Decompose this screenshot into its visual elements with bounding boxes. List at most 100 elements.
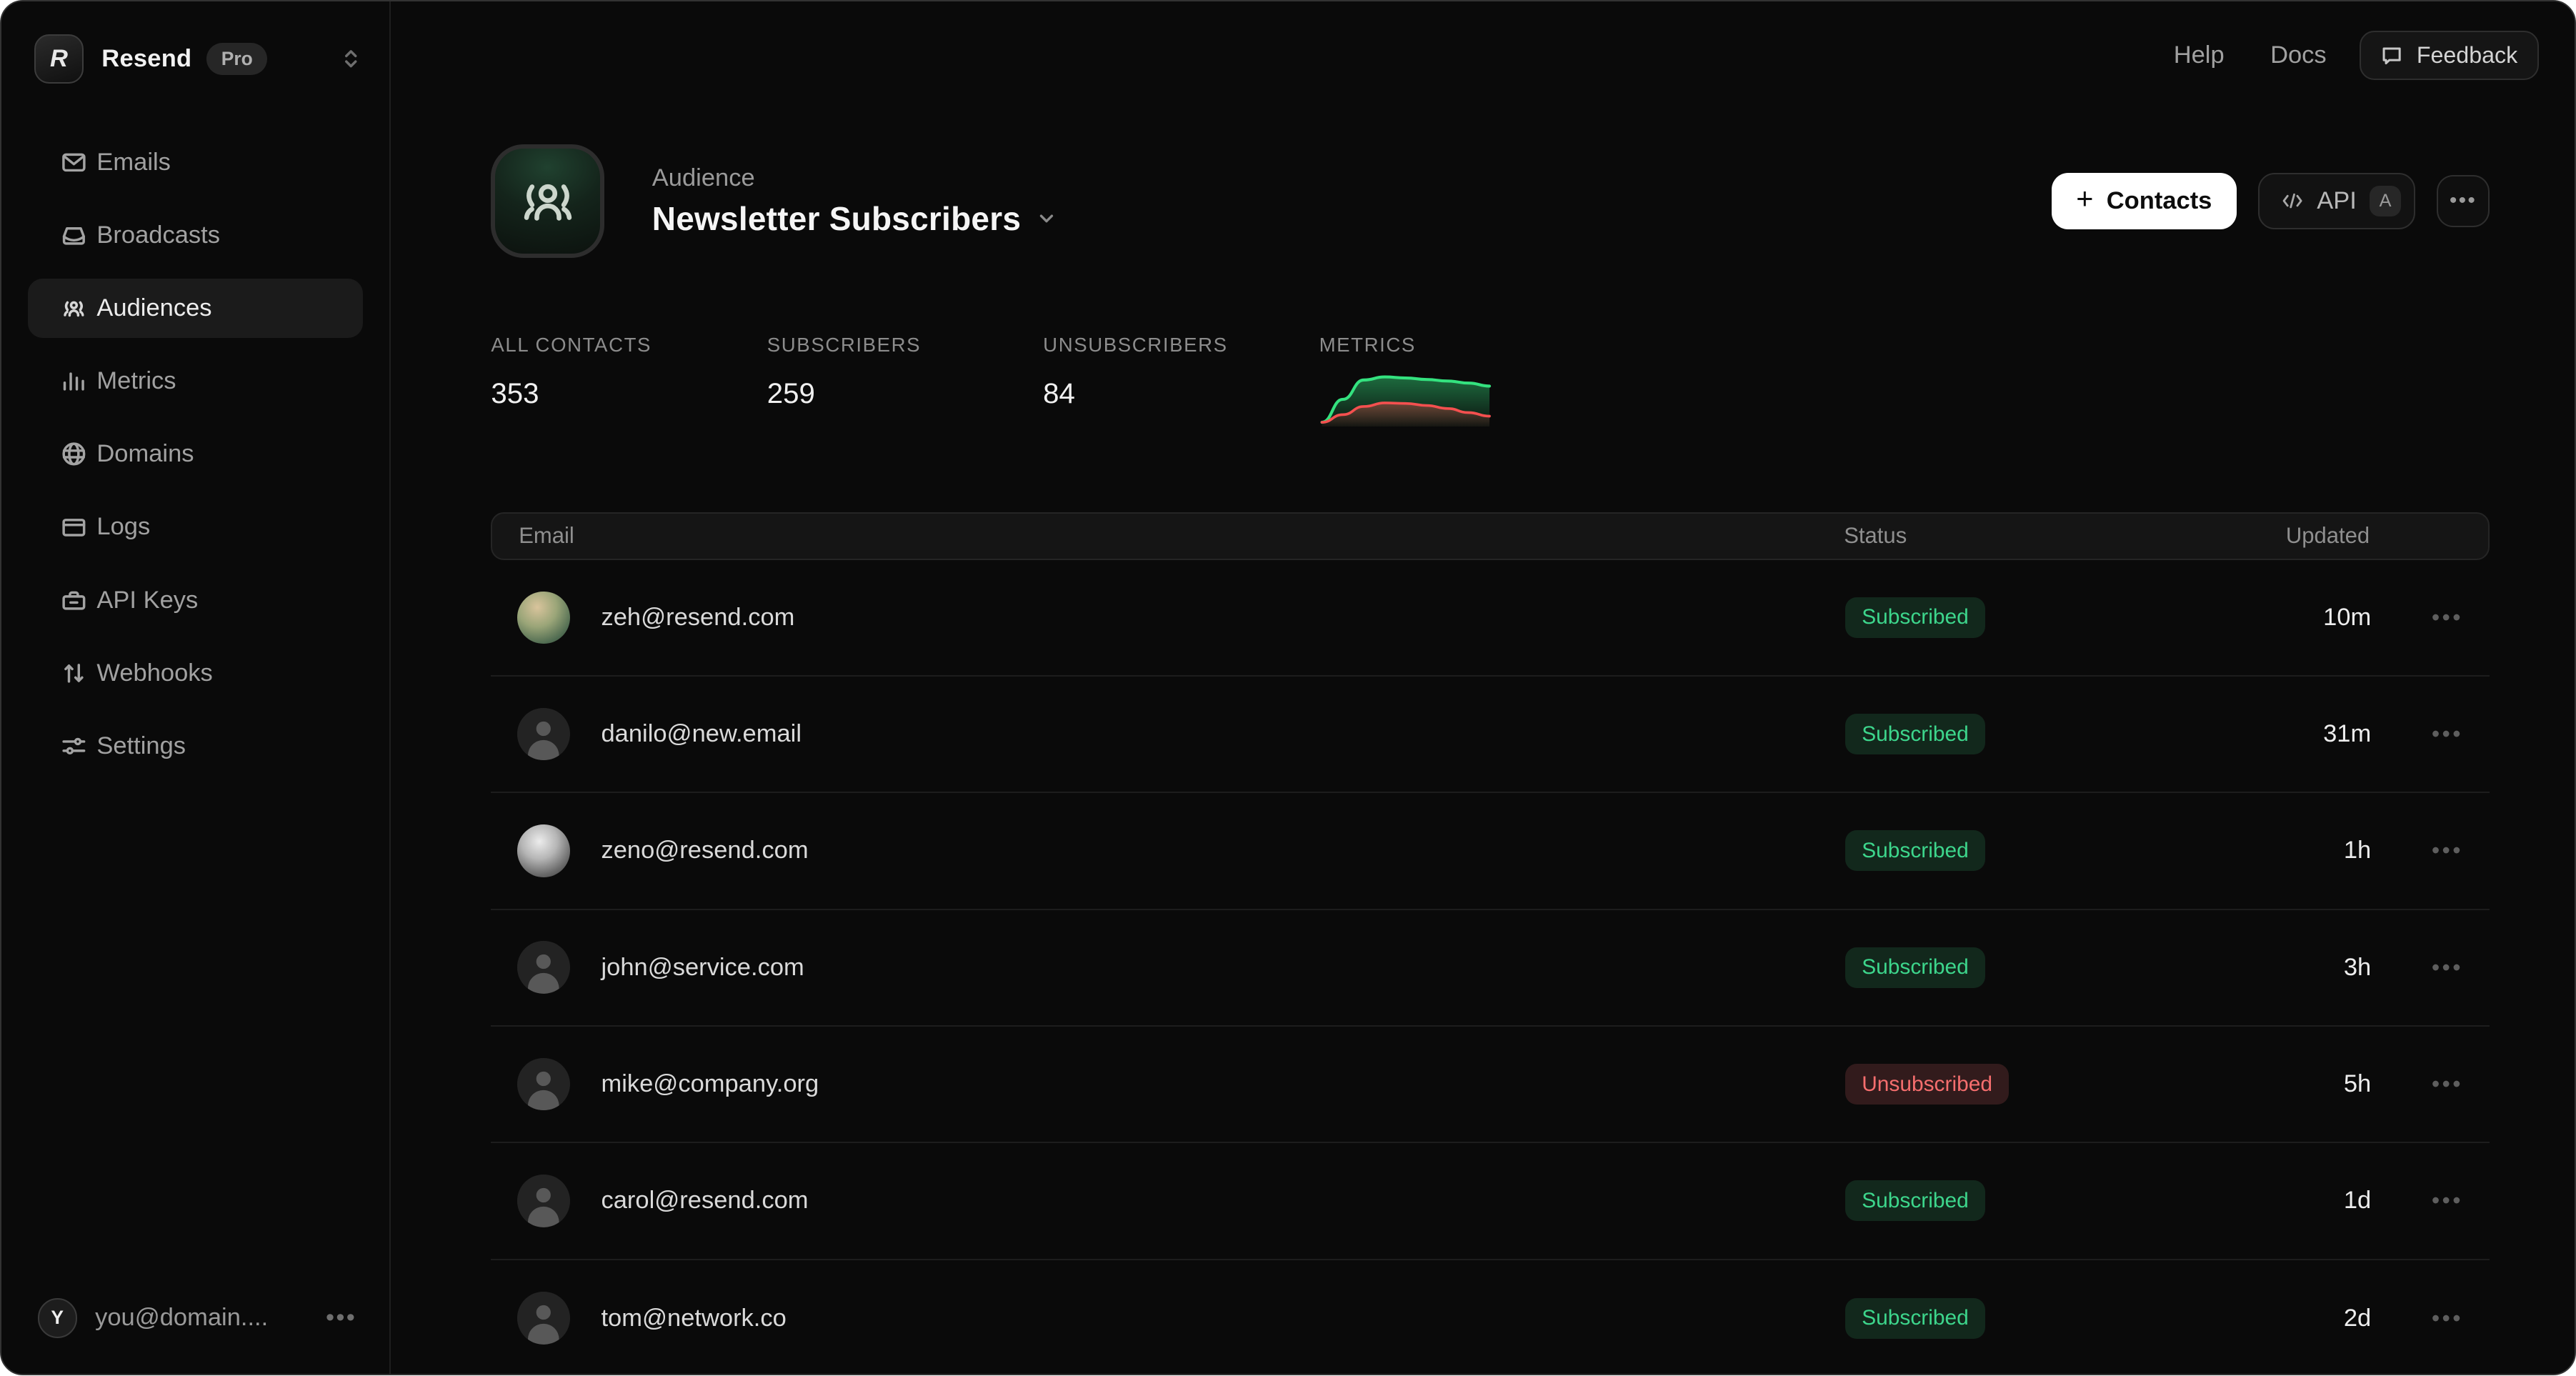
- viewport: R Resend Pro Emails Broadcasts Audiences…: [0, 0, 2576, 1375]
- stat-value: 84: [1043, 377, 1319, 410]
- table-row[interactable]: tom@network.co Subscribed 2d •••: [491, 1260, 2489, 1376]
- sidebar-item-label: Audiences: [96, 294, 211, 322]
- sidebar: R Resend Pro Emails Broadcasts Audiences…: [1, 1, 391, 1374]
- stat-label: SUBSCRIBERS: [767, 334, 1043, 357]
- updated-time: 1h: [2157, 837, 2371, 864]
- main-content: Help Docs Feedback: [391, 1, 2575, 1374]
- brand-name: Resend: [101, 45, 191, 73]
- sidebar-item-settings[interactable]: Settings: [28, 717, 364, 776]
- sidebar-item-domains[interactable]: Domains: [28, 424, 364, 484]
- plus-icon: +: [2076, 184, 2093, 214]
- stat-block: ALL CONTACTS 353: [491, 334, 767, 427]
- metrics-sparkline: [1319, 368, 1595, 427]
- column-status: Status: [1844, 523, 2156, 549]
- sidebar-item-webhooks[interactable]: Webhooks: [28, 644, 364, 703]
- page-header: Audience Newsletter Subscribers + Contac…: [491, 144, 2489, 258]
- row-more-icon[interactable]: •••: [2371, 1305, 2463, 1332]
- updated-time: 3h: [2157, 954, 2371, 982]
- sidebar-item-label: API Keys: [96, 587, 198, 614]
- header-more-button[interactable]: •••: [2437, 175, 2490, 228]
- sidebar-item-label: Domains: [96, 440, 194, 468]
- status-badge: Subscribed: [1845, 1298, 1985, 1339]
- settings-icon: [61, 733, 87, 759]
- sidebar-item-label: Settings: [96, 732, 186, 760]
- header-text: Audience Newsletter Subscribers: [652, 164, 1057, 237]
- audiences-icon: [61, 295, 87, 321]
- stat-label: UNSUBSCRIBERS: [1043, 334, 1319, 357]
- avatar: [517, 1292, 570, 1345]
- code-icon: [2281, 189, 2304, 212]
- api-button[interactable]: API A: [2258, 173, 2416, 229]
- sidebar-item-label: Broadcasts: [96, 221, 220, 249]
- stat-block: SUBSCRIBERS 259: [767, 334, 1043, 427]
- updated-time: 2d: [2157, 1305, 2371, 1332]
- contact-email: mike@company.org: [601, 1070, 819, 1098]
- row-more-icon[interactable]: •••: [2371, 1187, 2463, 1214]
- updated-time: 10m: [2157, 604, 2371, 632]
- status-badge: Unsubscribed: [1845, 1064, 2009, 1105]
- updated-time: 5h: [2157, 1070, 2371, 1098]
- status-badge: Subscribed: [1845, 597, 1985, 638]
- docs-link[interactable]: Docs: [2270, 41, 2327, 69]
- contact-email: danilo@new.email: [601, 720, 802, 748]
- updated-time: 1d: [2157, 1187, 2371, 1215]
- user-more-icon[interactable]: •••: [326, 1304, 363, 1332]
- table-row[interactable]: zeh@resend.com Subscribed 10m •••: [491, 560, 2489, 677]
- audience-group-icon: [491, 144, 604, 258]
- sidebar-item-label: Logs: [96, 513, 150, 541]
- page-eyebrow: Audience: [652, 164, 1057, 192]
- row-more-icon[interactable]: •••: [2371, 604, 2463, 631]
- contact-email: john@service.com: [601, 954, 804, 982]
- avatar: [517, 824, 570, 877]
- avatar: [517, 592, 570, 644]
- workspace-switcher[interactable]: R Resend Pro: [34, 33, 363, 86]
- table-row[interactable]: zeno@resend.com Subscribed 1h •••: [491, 793, 2489, 909]
- stat-value: 353: [491, 377, 767, 410]
- status-badge: Subscribed: [1845, 1180, 1985, 1221]
- contact-email: carol@resend.com: [601, 1187, 808, 1215]
- table-header: Email Status Updated: [491, 512, 2489, 560]
- row-more-icon[interactable]: •••: [2371, 1071, 2463, 1097]
- status-badge: Subscribed: [1845, 714, 1985, 754]
- contacts-table: Email Status Updated zeh@resend.com Subs…: [491, 512, 2489, 1375]
- table-row[interactable]: danilo@new.email Subscribed 31m •••: [491, 677, 2489, 793]
- sidebar-item-audiences[interactable]: Audiences: [28, 279, 364, 338]
- webhooks-icon: [61, 660, 87, 687]
- stat-label: METRICS: [1319, 334, 1595, 357]
- broadcasts-icon: [61, 222, 87, 249]
- status-badge: Subscribed: [1845, 947, 1985, 988]
- sidebar-item-emails[interactable]: Emails: [28, 133, 364, 192]
- sidebar-item-logs[interactable]: Logs: [28, 498, 364, 557]
- table-row[interactable]: carol@resend.com Subscribed 1d •••: [491, 1143, 2489, 1260]
- sidebar-item-broadcasts[interactable]: Broadcasts: [28, 206, 364, 265]
- row-more-icon[interactable]: •••: [2371, 954, 2463, 981]
- user-menu[interactable]: Y you@domain.... •••: [38, 1298, 364, 1337]
- sidebar-nav: Emails Broadcasts Audiences Metrics Doma…: [1, 133, 389, 776]
- user-email: you@domain....: [95, 1304, 268, 1332]
- resend-logo-icon: R: [34, 34, 84, 84]
- sidebar-item-metrics[interactable]: Metrics: [28, 352, 364, 411]
- row-more-icon[interactable]: •••: [2371, 721, 2463, 747]
- avatar: [517, 708, 570, 761]
- table-body: zeh@resend.com Subscribed 10m ••• danilo…: [491, 560, 2489, 1375]
- stat-value: 259: [767, 377, 1043, 410]
- row-more-icon[interactable]: •••: [2371, 837, 2463, 864]
- chevron-up-down-icon[interactable]: [339, 46, 364, 71]
- sidebar-item-label: Webhooks: [96, 659, 212, 687]
- contact-email: zeh@resend.com: [601, 604, 794, 632]
- table-row[interactable]: mike@company.org Unsubscribed 5h •••: [491, 1027, 2489, 1143]
- add-contacts-button[interactable]: + Contacts: [2052, 173, 2237, 229]
- status-badge: Subscribed: [1845, 830, 1985, 871]
- feedback-bubble-icon: [2380, 44, 2403, 67]
- emails-icon: [61, 149, 87, 176]
- chevron-down-icon: [1036, 208, 1057, 229]
- sidebar-item-api-keys[interactable]: API Keys: [28, 571, 364, 630]
- feedback-button[interactable]: Feedback: [2360, 31, 2539, 80]
- help-link[interactable]: Help: [2174, 41, 2225, 69]
- stat-block: METRICS: [1319, 334, 1595, 427]
- plan-badge: Pro: [206, 43, 267, 75]
- contact-email: tom@network.co: [601, 1305, 786, 1332]
- audience-selector[interactable]: Newsletter Subscribers: [652, 199, 1057, 238]
- stats-row: ALL CONTACTS 353 SUBSCRIBERS 259 UNSUBSC…: [491, 334, 2489, 427]
- table-row[interactable]: john@service.com Subscribed 3h •••: [491, 910, 2489, 1027]
